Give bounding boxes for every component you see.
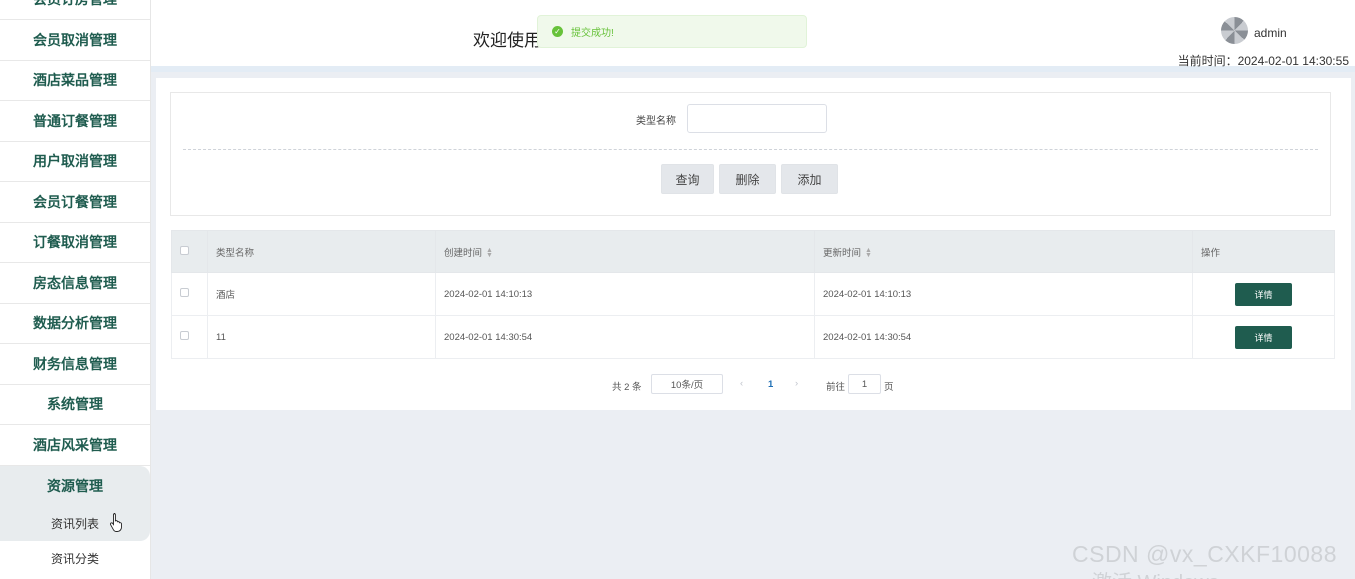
goto-label: 前往 (826, 382, 846, 393)
cell-type-name: 11 (207, 315, 436, 359)
data-table: 类型名称 创建时间 ▲ ▼ 更新时间 ▲ ▼ 操作 酒店 2024-02-01 14:1… (171, 230, 1335, 359)
select-all-cell (171, 230, 208, 273)
current-page[interactable]: 1 (768, 379, 773, 390)
sidebar-item-order-cancel[interactable]: 订餐取消管理 (0, 223, 150, 263)
sidebar-item-normal-order[interactable]: 普通订餐管理 (0, 101, 150, 142)
sidebar-item-label: 普通订餐管理 (33, 112, 117, 129)
sidebar-item-resources[interactable]: 资源管理 (0, 465, 150, 506)
main-content: 类型名称 查询 删除 添加 类型名称 创建时间 ▲ ▼ 更新时间 ▲ ▼ 操作 酒店 2… (156, 78, 1351, 410)
sidebar-item-member-cancel[interactable]: 会员取消管理 (0, 20, 150, 61)
page-size-select[interactable]: 10条/页 (651, 374, 723, 394)
search-label: 类型名称 (636, 116, 676, 127)
welcome-title: 欢迎使用 (473, 31, 541, 50)
sidebar-item-hotel-style[interactable]: 酒店风采管理 (0, 425, 150, 466)
hand-cursor-icon (109, 513, 122, 532)
column-header-type-name: 类型名称 (207, 230, 436, 273)
sidebar-item-dishes[interactable]: 酒店菜品管理 (0, 61, 150, 101)
sidebar-subitem-news-list[interactable]: 资讯列表 (0, 506, 150, 541)
sidebar-subitem-label: 资讯列表 (50, 517, 99, 531)
user-name[interactable]: admin (1254, 26, 1287, 40)
sidebar-item-label: 会员取消管理 (33, 31, 117, 48)
search-panel: 类型名称 查询 删除 添加 (170, 92, 1331, 216)
detail-button[interactable]: 详情 (1235, 325, 1292, 349)
sidebar-item-member-order[interactable]: 会员订餐管理 (0, 182, 150, 223)
success-toast: ✓ 提交成功! (537, 15, 807, 48)
toast-message: 提交成功! (571, 28, 614, 39)
sort-icon[interactable]: ▲ ▼ (486, 247, 493, 259)
cell-created: 2024-02-01 14:10:13 (435, 272, 815, 316)
add-button[interactable]: 添加 (781, 164, 838, 194)
sidebar-item-finance[interactable]: 财务信息管理 (0, 344, 150, 385)
pagination: 共 2 条 10条/页 ‹ 1 › 前往 1 页 (156, 374, 1351, 396)
sidebar-item-label: 系统管理 (47, 396, 103, 413)
delete-button[interactable]: 删除 (719, 164, 776, 194)
sort-icon[interactable]: ▲ ▼ (865, 247, 872, 259)
row-checkbox[interactable] (180, 288, 189, 297)
sidebar-subitem-news-category[interactable]: 资讯分类 (0, 541, 150, 576)
sidebar-item-label: 会员订房管理 (33, 0, 117, 9)
type-name-input[interactable] (687, 104, 827, 133)
next-page-icon[interactable]: › (795, 378, 798, 389)
cell-actions: 详情 (1192, 315, 1335, 359)
top-header: 欢迎使用 ✓ 提交成功! admin 当前时间：2024-02-01 14:30… (151, 0, 1355, 72)
cell-updated: 2024-02-01 14:30:54 (814, 315, 1193, 359)
table-row: 11 2024-02-01 14:30:54 2024-02-01 14:30:… (171, 315, 1335, 359)
cell-actions: 详情 (1192, 272, 1335, 316)
sidebar-item-label: 房态信息管理 (33, 274, 117, 291)
page-unit-label: 页 (884, 382, 894, 393)
current-time: 当前时间：2024-02-01 14:30:55 (1177, 54, 1349, 68)
sidebar-item-room-status[interactable]: 房态信息管理 (0, 263, 150, 304)
goto-page-input[interactable]: 1 (848, 374, 881, 394)
sidebar-item-label: 酒店风采管理 (33, 436, 117, 453)
column-header-created[interactable]: 创建时间 ▲ ▼ (435, 230, 815, 273)
row-select-cell (171, 272, 208, 316)
row-checkbox[interactable] (180, 331, 189, 340)
sidebar-item-label: 资源管理 (47, 477, 103, 494)
sidebar-item-user-cancel[interactable]: 用户取消管理 (0, 142, 150, 182)
check-circle-icon: ✓ (552, 26, 563, 37)
column-header-updated[interactable]: 更新时间 ▲ ▼ (814, 230, 1193, 273)
prev-page-icon[interactable]: ‹ (740, 378, 743, 389)
sidebar-item-data-analysis[interactable]: 数据分析管理 (0, 304, 150, 344)
sidebar-item-label: 订餐取消管理 (33, 234, 117, 251)
row-select-cell (171, 315, 208, 359)
windows-activation-watermark: 激活 Windows (1092, 566, 1219, 579)
sidebar-submenu: 资讯列表 资讯分类 (0, 506, 150, 576)
sidebar-subitem-label: 资讯分类 (50, 552, 99, 566)
avatar[interactable] (1221, 17, 1248, 44)
table-header-row: 类型名称 创建时间 ▲ ▼ 更新时间 ▲ ▼ 操作 (171, 230, 1335, 273)
sidebar-item-label: 酒店菜品管理 (33, 72, 117, 89)
select-all-checkbox[interactable] (180, 245, 189, 255)
detail-button[interactable]: 详情 (1235, 282, 1292, 306)
query-button[interactable]: 查询 (661, 164, 714, 194)
sidebar-item-system[interactable]: 系统管理 (0, 385, 150, 425)
sidebar-item-member-booking[interactable]: 会员订房管理 (0, 0, 150, 20)
sidebar-item-label: 数据分析管理 (33, 315, 117, 332)
cell-type-name: 酒店 (207, 272, 436, 316)
table-row: 酒店 2024-02-01 14:10:13 2024-02-01 14:10:… (171, 272, 1335, 316)
sidebar-item-label: 财务信息管理 (33, 355, 117, 372)
cell-updated: 2024-02-01 14:10:13 (814, 272, 1193, 316)
pagination-total: 共 2 条 (612, 382, 642, 393)
cell-created: 2024-02-01 14:30:54 (435, 315, 815, 359)
column-header-actions: 操作 (1192, 230, 1335, 273)
watermark-text: CSDN @vx_CXKF10088 (1072, 541, 1337, 567)
sidebar-item-label: 会员订餐管理 (33, 193, 117, 210)
divider (183, 149, 1318, 150)
sidebar: 会员订房管理 会员取消管理 酒店菜品管理 普通订餐管理 用户取消管理 会员订餐管… (0, 0, 151, 579)
sidebar-item-label: 用户取消管理 (33, 153, 117, 170)
